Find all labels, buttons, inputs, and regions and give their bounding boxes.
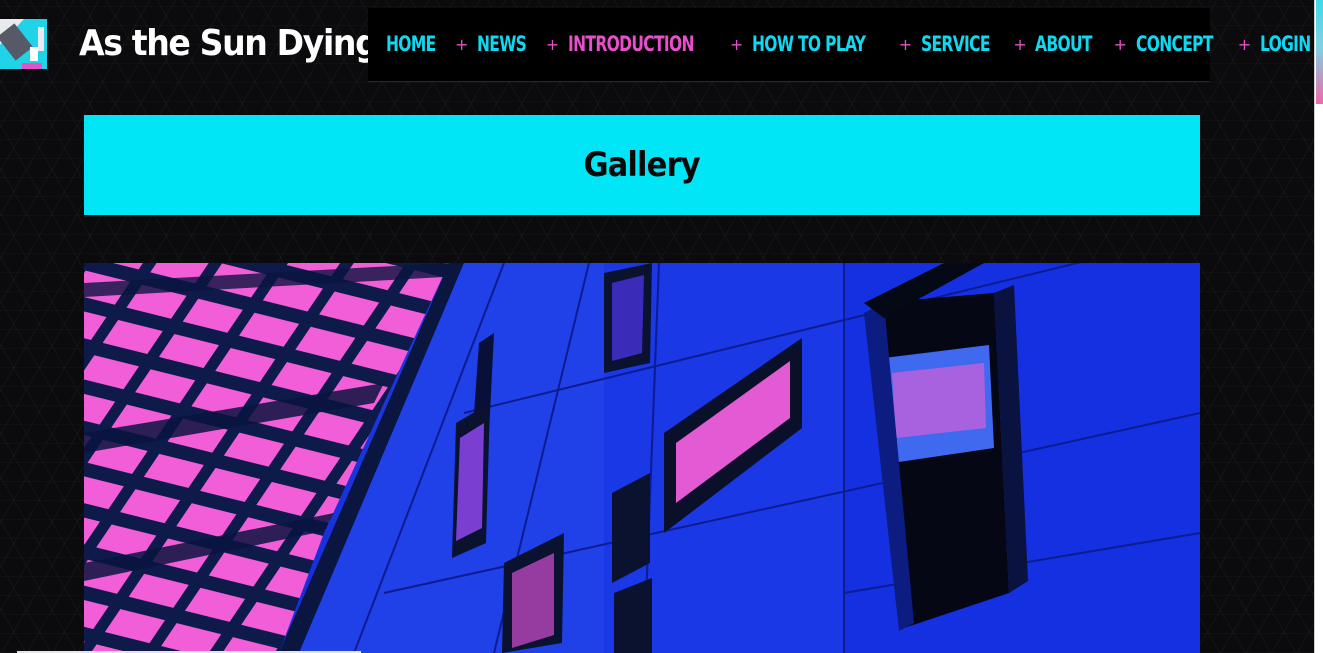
nav-separator: +: [545, 35, 560, 54]
gallery-title: Gallery: [583, 145, 701, 185]
page-scrollbar[interactable]: [1314, 0, 1323, 653]
nav-separator: +: [1237, 35, 1252, 54]
site-title: As the Sun Dying: [79, 23, 379, 64]
nav-separator: +: [455, 35, 469, 54]
site-header: As the Sun Dying HOME + NEWS + INTRODUCTION +…: [0, 0, 1312, 84]
building-photo: [84, 263, 1200, 653]
gallery-banner: Gallery: [84, 115, 1200, 215]
nav-item-concept[interactable]: CONCEPT: [1136, 8, 1213, 81]
site-logo-link[interactable]: As the Sun Dying: [0, 19, 403, 69]
nav-separator: +: [729, 35, 744, 54]
scrollbar-thumb[interactable]: [1316, 0, 1323, 104]
game-logo-icon: [0, 19, 47, 69]
nav-separator: +: [1113, 35, 1127, 54]
nav-item-how-to-play[interactable]: HOW TO PLAY: [752, 8, 866, 81]
nav-separator: +: [1013, 35, 1027, 54]
nav-item-about[interactable]: ABOUT: [1035, 8, 1092, 81]
nav-separator: +: [898, 35, 913, 54]
nav-item-service[interactable]: SERVICE: [921, 8, 990, 81]
gallery-image[interactable]: [84, 263, 1200, 653]
nav-item-login[interactable]: LOGIN: [1260, 8, 1311, 81]
nav-item-home[interactable]: HOME: [386, 8, 436, 81]
nav-list: HOME + NEWS + INTRODUCTION + HOW TO PLAY + SERVI…: [368, 8, 1311, 81]
main-nav: HOME + NEWS + INTRODUCTION + HOW TO PLAY + SERVI…: [368, 8, 1311, 82]
nav-item-news[interactable]: NEWS: [477, 8, 527, 81]
nav-item-introduction[interactable]: INTRODUCTION: [568, 8, 694, 81]
